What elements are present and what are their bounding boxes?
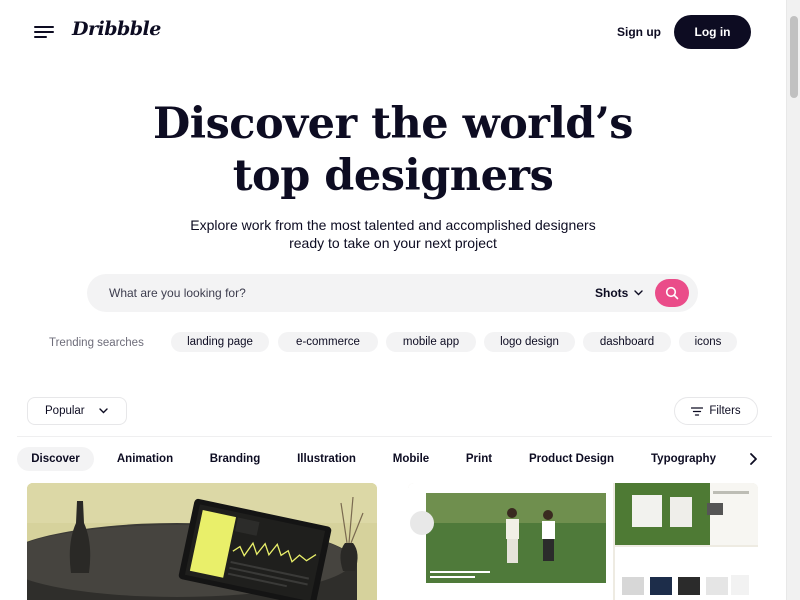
chevron-right-icon[interactable] xyxy=(745,451,761,467)
chevron-down-icon xyxy=(634,290,644,296)
sign-up-link[interactable]: Sign up xyxy=(617,25,661,39)
hamburger-menu-icon[interactable] xyxy=(34,24,56,40)
chevron-down-icon xyxy=(98,408,108,414)
shot-card-golf-ecommerce[interactable] xyxy=(408,483,758,600)
filters-label: Filters xyxy=(709,405,741,417)
filters-button[interactable]: Filters xyxy=(674,397,758,425)
search-type-dropdown[interactable]: Shots xyxy=(595,286,644,300)
shot-thumbnail-image xyxy=(408,483,758,600)
category-typography[interactable]: Typography xyxy=(641,447,726,471)
search-button[interactable] xyxy=(655,279,689,307)
category-mobile[interactable]: Mobile xyxy=(383,447,439,471)
category-product-design[interactable]: Product Design xyxy=(519,447,624,471)
hero-subtitle-line-2: ready to take on your next project xyxy=(289,235,497,251)
category-illustration[interactable]: Illustration xyxy=(287,447,366,471)
sort-label: Popular xyxy=(45,405,85,417)
hero-subtitle-line-1: Explore work from the most talented and … xyxy=(190,217,596,233)
site-header: Dribbble Sign up Log in xyxy=(0,0,786,64)
search-type-label: Shots xyxy=(595,286,629,300)
trending-tag-e-commerce[interactable]: e-commerce xyxy=(278,332,378,352)
search-bar: Shots xyxy=(87,274,698,312)
hero-title-line-1: Discover the world’s xyxy=(152,99,634,149)
hero-title: Discover the world’s top designers xyxy=(0,98,786,202)
sort-dropdown[interactable]: Popular xyxy=(27,397,127,425)
page-scrollbar[interactable] xyxy=(786,0,800,600)
trending-tag-logo-design[interactable]: logo design xyxy=(484,332,575,352)
hero-subtitle: Explore work from the most talented and … xyxy=(0,216,786,252)
category-discover[interactable]: Discover xyxy=(17,447,94,471)
shot-thumbnail-image xyxy=(27,483,377,600)
log-in-button[interactable]: Log in xyxy=(674,15,751,49)
trending-tag-landing-page[interactable]: landing page xyxy=(171,332,269,352)
trending-tag-mobile-app[interactable]: mobile app xyxy=(386,332,476,352)
filter-lines-icon xyxy=(691,406,704,416)
dribbble-logo[interactable]: Dribbble xyxy=(72,18,161,40)
hero-title-line-2: top designers xyxy=(232,151,554,201)
category-branding[interactable]: Branding xyxy=(200,447,270,471)
search-icon xyxy=(665,286,679,300)
category-print[interactable]: Print xyxy=(456,447,502,471)
trending-tag-dashboard[interactable]: dashboard xyxy=(583,332,671,352)
search-input[interactable] xyxy=(109,274,549,312)
divider xyxy=(17,436,772,437)
category-animation[interactable]: Animation xyxy=(107,447,183,471)
trending-searches-label: Trending searches xyxy=(49,337,144,349)
scrollbar-thumb[interactable] xyxy=(790,16,798,98)
shot-card-dashboard-laptop[interactable] xyxy=(27,483,377,600)
trending-tag-icons[interactable]: icons xyxy=(679,332,737,352)
